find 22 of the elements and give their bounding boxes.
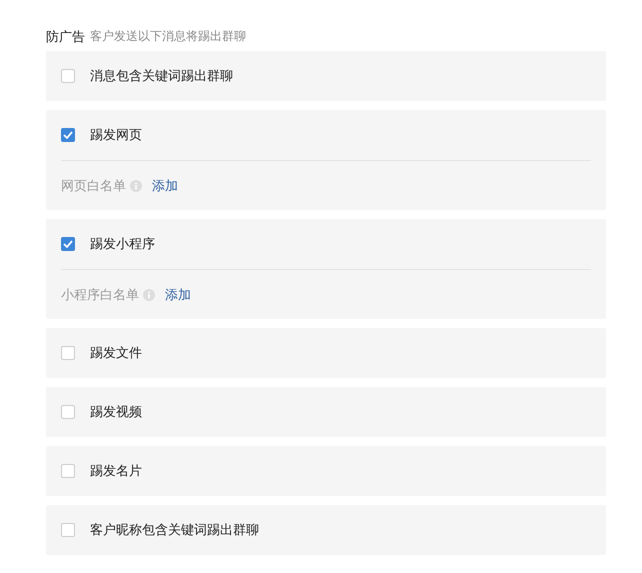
checkbox[interactable] <box>61 128 75 142</box>
whitelist-label: 小程序白名单 <box>61 286 139 304</box>
option-label: 客户昵称包含关键词踢出群聊 <box>90 522 259 539</box>
checkbox[interactable] <box>61 523 75 537</box>
whitelist-label: 网页白名单 <box>61 178 126 194</box>
option-label: 消息包含关键词踢出群聊 <box>90 68 233 85</box>
option-label: 踢发视频 <box>90 404 142 421</box>
checkbox[interactable] <box>61 346 75 360</box>
checkbox[interactable] <box>61 237 75 251</box>
info-icon[interactable] <box>130 180 142 192</box>
section-title: 防广告 <box>46 28 85 46</box>
option-label: 踢发文件 <box>90 345 142 362</box>
add-link[interactable]: 添加 <box>165 286 191 304</box>
checkbox[interactable] <box>61 405 75 419</box>
add-link[interactable]: 添加 <box>152 176 178 194</box>
info-icon[interactable] <box>143 288 155 300</box>
checkbox[interactable] <box>61 464 75 478</box>
option-label: 踢发小程序 <box>90 236 155 253</box>
checkbox[interactable] <box>61 69 75 83</box>
option-label: 踢发网页 <box>90 127 142 144</box>
option-label: 踢发名片 <box>90 463 142 480</box>
section-subtitle: 客户发送以下消息将踢出群聊 <box>90 28 246 45</box>
